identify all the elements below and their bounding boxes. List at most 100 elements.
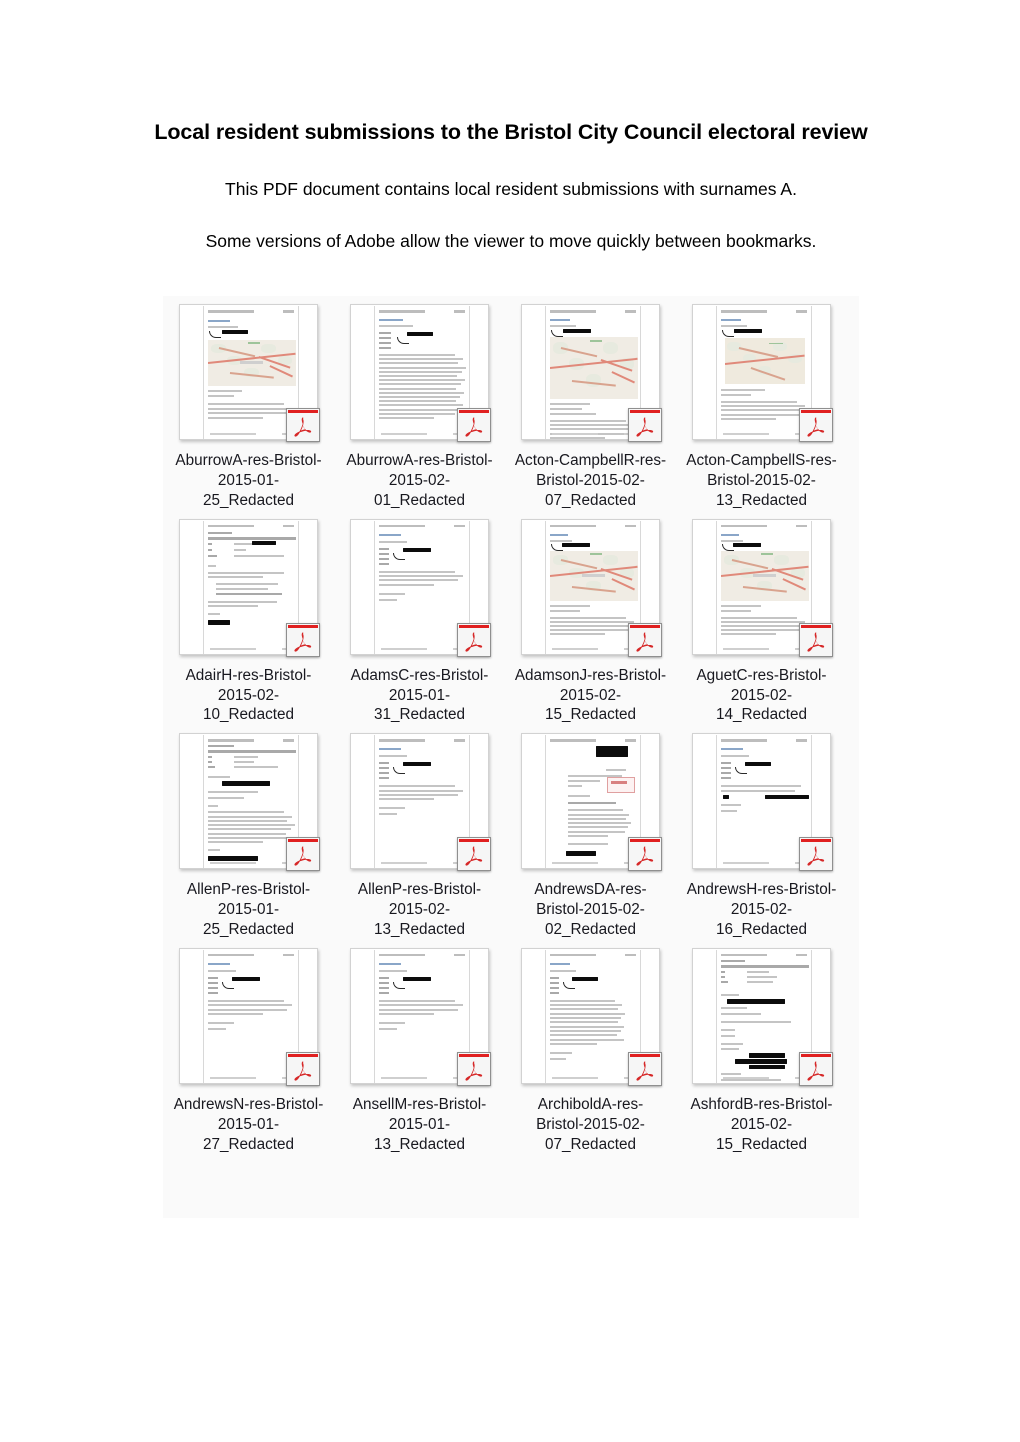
pdf-icon-bar [801,624,831,628]
pdf-file-icon [286,1051,320,1086]
file-thumbnail[interactable] [348,733,491,873]
file-item[interactable]: AguetC-res-Bristol-2015-02-14_Redacted [676,511,847,726]
pdf-icon-bar [801,839,831,843]
intro-paragraph-2: Some versions of Adobe allow the viewer … [205,231,817,252]
preview-page-content [550,524,638,651]
file-name-label: ArchiboldA-res-Bristol-2015-02-07_Redact… [536,1095,645,1153]
file-grid: AburrowA-res-Bristol-2015-01-25_Redacted… [163,296,859,1155]
pdf-icon-bar [801,1053,831,1057]
preview-page-content [208,310,296,436]
preview-page-content [550,310,638,439]
file-grid-row: AllenP-res-Bristol-2015-01-25_Redacted Al… [163,725,859,940]
file-item[interactable]: AllenP-res-Bristol-2015-01-25_Redacted [163,725,334,940]
file-name-label: AdairH-res-Bristol-2015-02-10_Redacted [185,666,312,724]
file-name-label: AshfordB-res-Bristol-2015-02-15_Redacted [690,1095,833,1153]
file-thumbnail[interactable] [348,304,491,444]
file-thumbnail[interactable] [690,733,833,873]
file-item[interactable]: AburrowA-res-Bristol-2015-02-01_Redacted [334,296,505,511]
pdf-icon-bar [630,839,660,843]
file-name-label: AllenP-res-Bristol-2015-02-13_Redacted [357,881,482,938]
file-name-label: AllenP-res-Bristol-2015-01-25_Redacted [186,881,311,938]
pdf-file-icon [628,837,662,872]
file-thumbnail[interactable] [690,947,833,1088]
pdf-file-icon [457,408,491,442]
file-item[interactable]: AdairH-res-Bristol-2015-02-10_Redacted [163,511,334,726]
preview-page-content [721,310,809,436]
pdf-file-icon [286,837,320,872]
preview-page [545,520,641,654]
file-name-label: Acton-CampbellS-res-Bristol-2015-02-13_R… [686,452,837,509]
page-title: Local resident submissions to the Bristo… [154,120,868,144]
pdf-file-icon [628,622,662,657]
pdf-icon-bar [459,839,489,843]
file-thumbnail[interactable] [690,304,833,444]
pdf-icon-bar [288,410,318,413]
file-item[interactable]: Acton-CampbellR-res-Bristol-2015-02-07_R… [505,296,676,511]
file-item[interactable]: AburrowA-res-Bristol-2015-01-25_Redacted [163,296,334,511]
file-thumbnail[interactable] [519,733,662,873]
file-thumbnail[interactable] [348,947,491,1088]
pdf-icon-bar [288,624,318,628]
document-header: Local resident submissions to the Bristo… [148,118,874,253]
pdf-file-icon [286,622,320,657]
pdf-icon-bar [459,1053,489,1057]
preview-page [374,520,470,654]
preview-page [203,306,299,439]
file-thumbnail[interactable] [177,304,320,444]
preview-page-content [379,739,465,865]
pdf-icon-bar [630,410,660,413]
file-item[interactable]: AshfordB-res-Bristol-2015-02-15_Redacted [676,940,847,1155]
preview-page [203,949,299,1083]
file-item[interactable]: AndrewsH-res-Bristol-2015-02-16_Redacted [676,725,847,940]
file-item[interactable]: AnsellM-res-Bristol-2015-01-13_Redacted [334,940,505,1155]
file-name-label: AguetC-res-Bristol-2015-02-14_Redacted [696,666,827,724]
file-name-label: Acton-CampbellR-res-Bristol-2015-02-07_R… [514,452,667,509]
file-item[interactable]: AdamsonJ-res-Bristol-2015-02-15_Redacted [505,511,676,726]
pdf-icon-bar [288,1053,318,1057]
file-item[interactable]: AllenP-res-Bristol-2015-02-13_Redacted [334,725,505,940]
file-thumbnail[interactable] [519,304,662,444]
preview-page-content [379,524,465,651]
file-name-label: AndrewsDA-res-Bristol-2015-02-02_Redacte… [534,881,647,938]
preview-page [545,735,641,869]
file-thumbnail[interactable] [690,518,833,659]
file-grid-row: AdairH-res-Bristol-2015-02-10_Redacted Ad… [163,511,859,726]
file-thumbnail[interactable] [177,518,320,659]
preview-page [716,735,812,869]
preview-page-content [208,524,296,651]
pdf-icon-bar [630,1053,660,1057]
file-grid-row: AndrewsN-res-Bristol-2015-01-27_Redacted… [163,940,859,1155]
preview-page-content [550,953,636,1080]
file-thumbnail[interactable] [348,518,491,659]
file-item[interactable]: AndrewsN-res-Bristol-2015-01-27_Redacted [163,940,334,1155]
file-name-label: AdamsonJ-res-Bristol-2015-02-15_Redacted [514,666,667,724]
file-thumbnail[interactable] [177,733,320,873]
file-item[interactable]: AdamsC-res-Bristol-2015-01-31_Redacted [334,511,505,726]
file-item[interactable]: ArchiboldA-res-Bristol-2015-02-07_Redact… [505,940,676,1155]
pdf-file-icon [628,1051,662,1086]
file-name-label: AdamsC-res-Bristol-2015-01-31_Redacted [350,666,489,724]
preview-page-content [721,953,809,1081]
pdf-file-icon [799,622,833,657]
pdf-file-icon [286,408,320,442]
file-item[interactable]: AndrewsDA-res-Bristol-2015-02-02_Redacte… [505,725,676,940]
file-name-label: AburrowA-res-Bristol-2015-02-01_Redacted [346,452,493,509]
preview-page-content [721,739,809,865]
pdf-icon-bar [459,410,489,413]
preview-page [716,949,812,1083]
preview-page-content [208,953,294,1080]
preview-page [545,949,641,1083]
preview-page-content [721,524,809,651]
preview-page [374,306,470,439]
preview-page [716,306,812,439]
preview-page [203,735,299,869]
file-thumbnail[interactable] [519,947,662,1088]
intro-paragraph-1: This PDF document contains local residen… [225,179,797,200]
file-item[interactable]: Acton-CampbellS-res-Bristol-2015-02-13_R… [676,296,847,511]
preview-page-content [379,310,467,436]
file-name-label: AndrewsH-res-Bristol-2015-02-16_Redacted [686,881,837,938]
file-thumbnail[interactable] [177,947,320,1088]
file-thumbnail[interactable] [519,518,662,659]
pdf-file-icon [457,1051,491,1086]
file-name-label: AnsellM-res-Bristol-2015-01-13_Redacted [352,1095,487,1153]
